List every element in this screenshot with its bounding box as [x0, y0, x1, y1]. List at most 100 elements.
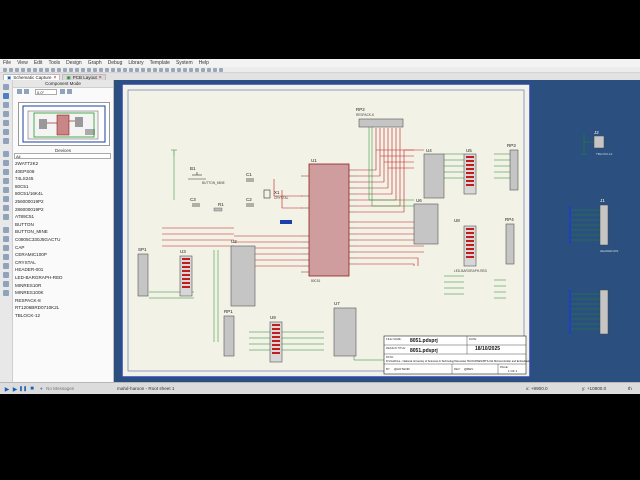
zoom-out-icon[interactable] — [81, 67, 85, 72]
search-icon[interactable] — [183, 67, 187, 72]
open-icon[interactable] — [9, 67, 13, 72]
list-item[interactable]: 256000019P2 — [14, 198, 111, 206]
pan-icon[interactable] — [69, 67, 73, 72]
device-pins-icon[interactable] — [3, 160, 9, 166]
line-icon[interactable] — [3, 227, 9, 233]
circle-icon[interactable] — [3, 245, 9, 251]
list-item[interactable]: CAP — [14, 244, 111, 252]
list-item[interactable]: 74LS245 — [14, 175, 111, 183]
menu-file[interactable]: File — [3, 60, 11, 66]
block-delete-icon[interactable] — [147, 67, 151, 72]
cut-icon[interactable] — [111, 67, 115, 72]
list-item[interactable]: AT89C51 — [14, 213, 111, 221]
rp1-body[interactable] — [223, 315, 235, 357]
u1-body[interactable] — [308, 163, 350, 277]
paste-icon[interactable] — [123, 67, 127, 72]
device-filter-select[interactable]: All — [14, 153, 111, 159]
recorder-icon[interactable] — [3, 178, 9, 184]
arc-icon[interactable] — [3, 254, 9, 260]
play-icon[interactable]: ▶ — [4, 386, 10, 393]
list-item[interactable]: 80C51/16K4L — [14, 190, 111, 198]
messages-status[interactable]: No Messages — [46, 386, 74, 391]
zoom-all-icon[interactable] — [87, 67, 91, 72]
list-item[interactable]: LED-BARGRAPH-RED — [14, 274, 111, 282]
r1-body[interactable] — [213, 207, 223, 212]
exit-parent-icon[interactable] — [207, 67, 211, 72]
menu-help[interactable]: Help — [199, 60, 209, 66]
packaging-icon[interactable] — [165, 67, 169, 72]
pause-icon[interactable]: ❚❚ — [19, 386, 27, 392]
list-item[interactable]: MINRES100K — [14, 289, 111, 297]
netlist-icon[interactable] — [213, 67, 217, 72]
virtual-instruments-icon[interactable] — [3, 214, 9, 220]
new-icon[interactable] — [3, 67, 7, 72]
u6-body[interactable] — [413, 203, 439, 245]
component-mode-icon[interactable] — [3, 93, 9, 99]
pcb-icon[interactable] — [33, 67, 37, 72]
home-icon[interactable] — [21, 67, 25, 72]
menu-design[interactable]: Design — [66, 60, 82, 66]
gallery-icon[interactable] — [39, 67, 43, 72]
symbol-icon[interactable] — [3, 281, 9, 287]
grid-icon[interactable] — [57, 67, 61, 72]
text-script-icon[interactable] — [3, 120, 9, 126]
list-item[interactable]: 2WATT2K2 — [14, 160, 111, 168]
u2-body[interactable] — [230, 245, 256, 307]
j2-terminal-block[interactable]: J2 TBLOCK-12 — [581, 130, 613, 156]
block-rotate-icon[interactable] — [141, 67, 145, 72]
refresh-icon[interactable] — [51, 67, 55, 72]
step-icon[interactable]: ▶ — [12, 386, 18, 393]
junction-dot-icon[interactable] — [3, 102, 9, 108]
overview-preview[interactable] — [18, 102, 110, 146]
list-item[interactable]: 40EPS08 — [14, 168, 111, 176]
rp2-body[interactable] — [358, 118, 404, 128]
schematic-canvas[interactable]: RP2 RESPACK-8 U1 80C51 U4 U5 RP3 U6 U8 L… — [114, 80, 640, 382]
schematic-icon[interactable] — [27, 67, 31, 72]
decompose-icon[interactable] — [171, 67, 175, 72]
menu-edit[interactable]: Edit — [34, 60, 43, 66]
erc-icon[interactable] — [219, 67, 223, 72]
bom-icon[interactable] — [45, 67, 49, 72]
selection-mode-icon[interactable] — [3, 84, 9, 90]
rotation-field[interactable]: 0.0° — [35, 89, 57, 95]
undo-icon[interactable] — [99, 67, 103, 72]
j3-header[interactable] — [599, 289, 609, 335]
copy-icon[interactable] — [117, 67, 121, 72]
terminals-icon[interactable] — [3, 151, 9, 157]
j1-header[interactable]: J1 HEADER-001 — [599, 198, 619, 253]
graph-icon[interactable] — [3, 169, 9, 175]
buses-icon[interactable] — [3, 129, 9, 135]
save-icon[interactable] — [15, 67, 19, 72]
voltage-probe-icon[interactable] — [3, 196, 9, 202]
sp1-body[interactable] — [137, 253, 149, 297]
marker-icon[interactable] — [3, 290, 9, 296]
list-item[interactable]: C0805C330J5GACTU — [14, 236, 111, 244]
redo-icon[interactable] — [105, 67, 109, 72]
block-copy-icon[interactable] — [129, 67, 133, 72]
menu-graph[interactable]: Graph — [88, 60, 102, 66]
list-item[interactable]: HEADER-001 — [14, 266, 111, 274]
zoom-area-icon[interactable] — [93, 67, 97, 72]
list-item[interactable]: BUTTON — [14, 221, 111, 229]
u7-body[interactable] — [333, 307, 357, 357]
list-item[interactable]: BUTTON_MINE — [14, 228, 111, 236]
current-probe-icon[interactable] — [3, 205, 9, 211]
list-item[interactable]: 80C51 — [14, 183, 111, 191]
pick-device-icon[interactable] — [153, 67, 157, 72]
block-move-icon[interactable] — [135, 67, 139, 72]
box-icon[interactable] — [3, 236, 9, 242]
u4-body[interactable] — [423, 153, 445, 199]
mirror-y-icon[interactable] — [67, 89, 72, 94]
list-item[interactable]: CERAMIC100P — [14, 251, 111, 259]
menu-system[interactable]: System — [176, 60, 193, 66]
list-item[interactable]: MINRES10R — [14, 282, 111, 290]
path-icon[interactable] — [3, 263, 9, 269]
menu-view[interactable]: View — [17, 60, 28, 66]
menu-tools[interactable]: Tools — [48, 60, 60, 66]
rotate-cw-icon[interactable] — [17, 89, 22, 94]
subcircuit-icon[interactable] — [3, 138, 9, 144]
make-device-icon[interactable] — [159, 67, 163, 72]
property-assign-icon[interactable] — [189, 67, 193, 72]
wire-label-icon[interactable] — [3, 111, 9, 117]
new-sheet-icon[interactable] — [195, 67, 199, 72]
